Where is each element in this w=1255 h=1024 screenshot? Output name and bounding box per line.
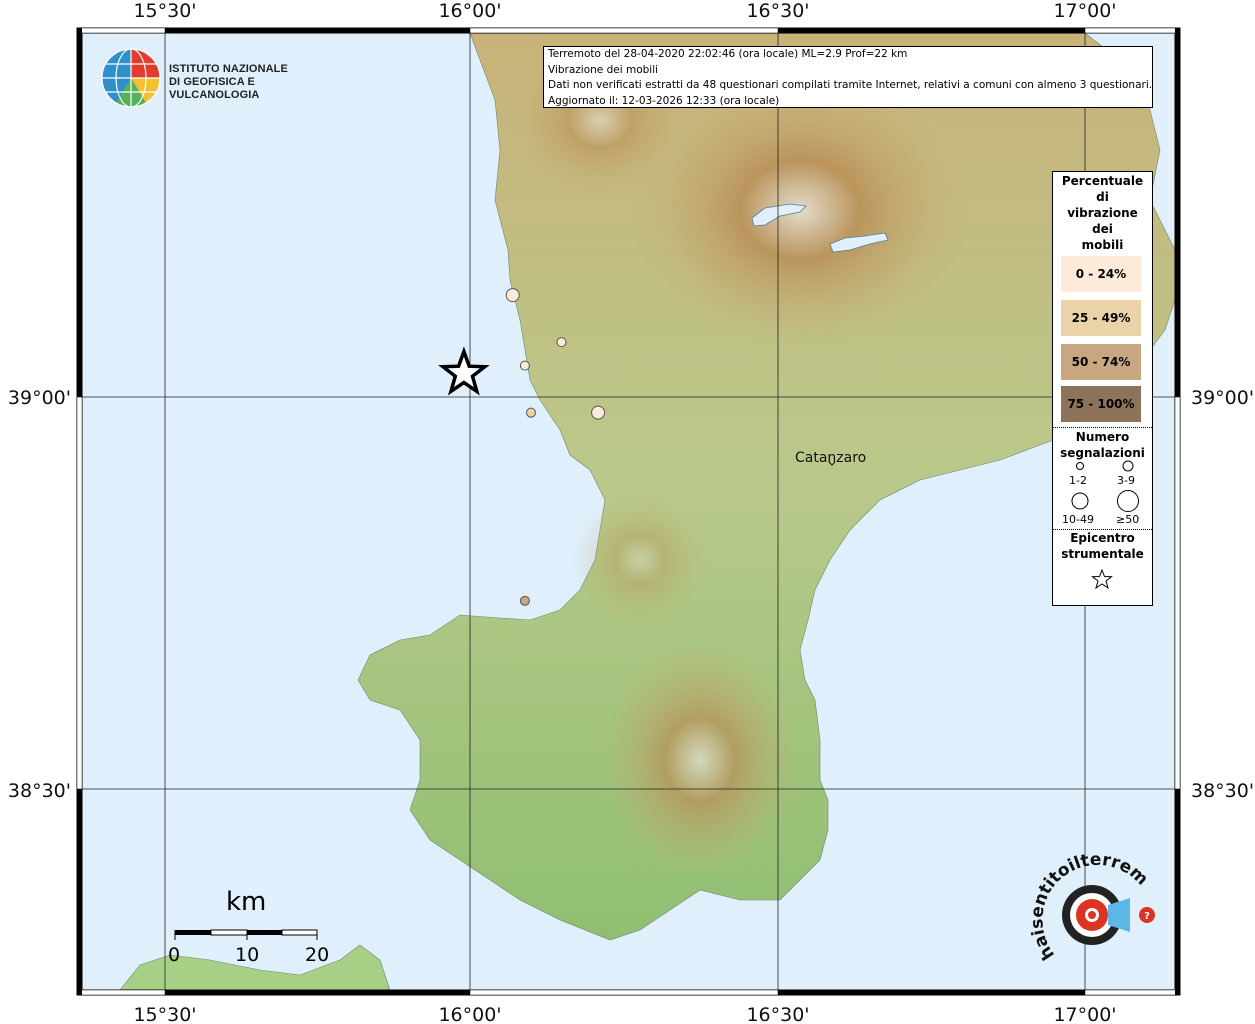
size-label: ≥50 [1116, 513, 1140, 526]
update-time: Aggiornato il: 12-03-2026 12:33 (ora loc… [548, 94, 780, 107]
x-tick-label: 16°00' [438, 1004, 501, 1024]
city-label-catanzaro: Catanzaro [795, 450, 867, 466]
legend-title-line: Percentuale [1061, 174, 1144, 188]
ingv-logo: ISTITUTO NAZIONALE DI GEOFISICA E VULCAN… [101, 47, 331, 109]
size-label: 10-49 [1062, 513, 1094, 526]
x-tick-label: 16°30' [746, 0, 809, 22]
scale-label: 10 [235, 944, 260, 966]
relief-serre [600, 640, 800, 880]
map-subject: Vibrazione dei mobili [548, 63, 659, 76]
legend-size-title-line: Numero [1075, 430, 1130, 444]
x-tick-label: 15°30' [133, 1004, 196, 1024]
x-tick-label: 15°30' [133, 0, 196, 22]
legend-title-line: vibrazione [1067, 206, 1138, 220]
y-tick-labels-right: 39°00' 38°30' [1191, 387, 1254, 802]
data-note: Dati non verificati estratti da 48 quest… [548, 79, 1153, 91]
y-tick-label: 38°30' [1191, 780, 1254, 802]
legend-epi-title-line: Epicentro [1070, 531, 1135, 545]
scale-label: 20 [305, 944, 330, 966]
x-tick-labels-bottom: 15°30' 16°00' 16°30' 17°00' [133, 1004, 1116, 1024]
star-icon [1091, 568, 1113, 590]
legend-divider [1053, 427, 1152, 428]
legend-title: Percentuale di vibrazione dei mobili [1053, 173, 1152, 253]
legend-class-swatch: 75 - 100% [1061, 386, 1141, 422]
legend: Percentuale di vibrazione dei mobili 0 -… [1052, 171, 1153, 606]
x-tick-label: 16°30' [746, 1004, 809, 1024]
event-title: Terremoto del 28-04-2020 22:02:46 (ora l… [548, 48, 908, 60]
report-point [505, 288, 520, 303]
x-tick-label: 17°00' [1053, 0, 1116, 22]
report-point [591, 405, 606, 420]
report-point [519, 360, 530, 371]
legend-class-swatch: 50 - 74% [1061, 344, 1141, 380]
scale-label: 0 [168, 944, 181, 966]
report-point [526, 407, 536, 418]
legend-class-swatch: 0 - 24% [1061, 256, 1141, 292]
size-label: 1-2 [1069, 474, 1087, 487]
globe-icon [101, 48, 161, 108]
y-tick-labels-left: 39°00' 38°30' [8, 387, 71, 802]
legend-epi-title-line: strumentale [1061, 547, 1144, 561]
legend-title-line: di [1096, 190, 1109, 204]
svg-text:?: ? [1144, 911, 1150, 922]
legend-title-line: dei [1092, 222, 1113, 236]
y-tick-label: 39°00' [1191, 387, 1254, 409]
y-tick-label: 39°00' [8, 387, 71, 409]
logo-line-1: ISTITUTO NAZIONALE [169, 63, 288, 75]
x-tick-labels-top: 15°30' 16°00' 16°30' 17°00' [133, 0, 1116, 22]
legend-class-swatch: 25 - 49% [1061, 300, 1141, 336]
logo-line-2: DI GEOFISICA E VULCANOLOGIA [169, 76, 260, 101]
y-tick-label: 38°30' [8, 780, 71, 802]
x-tick-label: 17°00' [1053, 1004, 1116, 1024]
event-info-box: Terremoto del 28-04-2020 22:02:46 (ora l… [543, 46, 1153, 108]
relief-mid [570, 490, 710, 630]
x-tick-label: 16°00' [438, 0, 501, 22]
report-point [556, 337, 567, 348]
scale-unit: km [226, 887, 267, 917]
legend-title-line: mobili [1081, 238, 1124, 252]
size-label: 3-9 [1117, 474, 1135, 487]
report-point [519, 595, 530, 606]
legend-epicenter-title: Epicentro strumentale [1053, 530, 1152, 562]
